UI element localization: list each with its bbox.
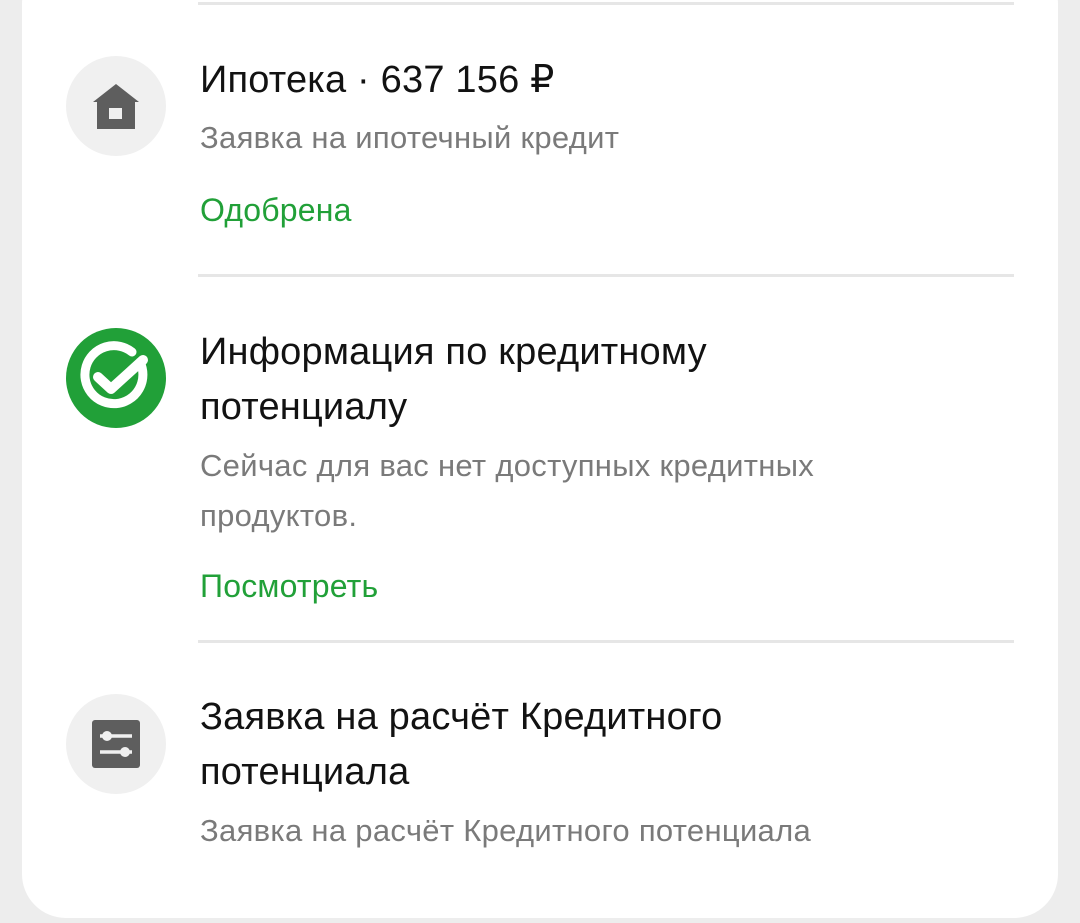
mortgage-title: Ипотека · 637 156 ₽: [200, 59, 555, 101]
credit-calc-title-line1: Заявка на расчёт Кредитного: [200, 696, 723, 738]
mortgage-status: Одобрена: [200, 192, 352, 228]
view-button[interactable]: Посмотреть: [200, 561, 378, 611]
sliders-icon: [92, 720, 140, 768]
house-icon: [93, 84, 139, 129]
credit-potential-icon-badge: [66, 328, 166, 428]
mortgage-icon-badge: [66, 56, 166, 156]
sber-checkmark-icon: [80, 341, 148, 409]
credit-potential-title-line1: Информация по кредитному: [200, 331, 707, 373]
credit-potential-subtitle-line2: продуктов.: [200, 498, 358, 533]
divider-top: [198, 2, 1014, 5]
mortgage-subtitle: Заявка на ипотечный кредит: [200, 120, 620, 155]
credit-calc-title-line2: потенциала: [200, 751, 410, 793]
credit-calc-icon-badge: [66, 694, 166, 794]
credit-potential-subtitle-line1: Сейчас для вас нет доступных кредитных: [200, 448, 815, 483]
credit-calc-subtitle: Заявка на расчёт Кредитного потенциала: [200, 813, 812, 848]
credit-potential-title-line2: потенциалу: [200, 386, 408, 428]
divider-1: [198, 274, 1014, 277]
divider-2: [198, 640, 1014, 643]
